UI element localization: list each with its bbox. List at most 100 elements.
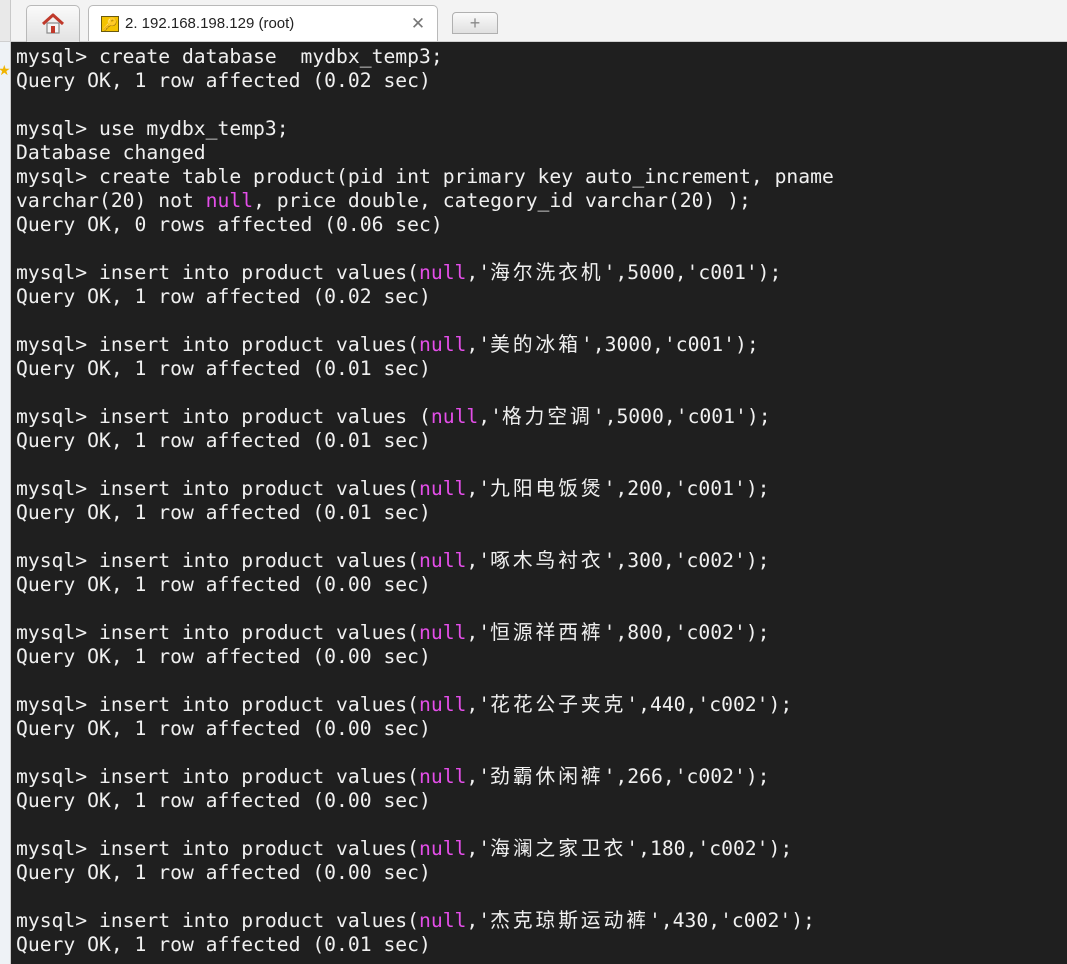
terminal-text: ,' — [466, 909, 491, 932]
terminal-text: , price double, category_id varchar(20) … — [253, 189, 751, 212]
terminal-text: Query OK, 1 row affected (0.02 sec) — [16, 69, 431, 92]
terminal-text: ',266,'c002'); — [603, 765, 770, 788]
terminal-text: ,' — [466, 693, 491, 716]
terminal-text: 格力空调 — [502, 405, 593, 428]
terminal-text: Query OK, 1 row affected (0.00 sec) — [16, 789, 431, 812]
terminal-text: ',200,'c001'); — [603, 477, 770, 500]
window-edge — [0, 0, 11, 41]
null-keyword: null — [419, 549, 467, 572]
terminal-text: Query OK, 1 row affected (0.01 sec) — [16, 357, 431, 380]
terminal-text: Query OK, 1 row affected (0.00 sec) — [16, 861, 431, 884]
terminal-line: mysql> insert into product values(null,'… — [16, 837, 1067, 861]
terminal-line: Query OK, 1 row affected (0.01 sec) — [16, 429, 1067, 453]
terminal-text: mysql> insert into product values( — [16, 765, 419, 788]
terminal-text: ,' — [466, 765, 491, 788]
terminal-text: 杰克琼斯运动裤 — [490, 909, 649, 932]
terminal-pane[interactable]: mysql> create database mydbx_temp3; Query… — [11, 42, 1067, 964]
tab-bar: 🔑 2. 192.168.198.129 (root) ✕ + — [0, 0, 1067, 42]
terminal-text: ,' — [466, 477, 491, 500]
null-keyword: null — [205, 189, 254, 212]
terminal-text: Query OK, 1 row affected (0.02 sec) — [16, 285, 431, 308]
terminal-text: mysql> insert into product values ( — [16, 405, 431, 428]
terminal-text: ,' — [466, 261, 491, 284]
terminal-line: varchar(20) not null, price double, cate… — [16, 189, 1067, 213]
null-keyword: null — [419, 909, 467, 932]
terminal-text: Query OK, 0 rows affected (0.06 sec) — [16, 213, 443, 236]
terminal-line: mysql> insert into product values(null,'… — [16, 621, 1067, 645]
star-icon: ★ — [0, 62, 11, 78]
home-icon — [41, 13, 65, 34]
key-icon: 🔑 — [101, 15, 119, 32]
home-tab[interactable] — [26, 5, 80, 42]
terminal-text: ',3000,'c001'); — [580, 333, 759, 356]
terminal-text: 海尔洗衣机 — [490, 261, 604, 284]
terminal-line: Query OK, 1 row affected (0.00 sec) — [16, 645, 1067, 669]
terminal-text: mysql> insert into product values( — [16, 909, 419, 932]
null-keyword: null — [419, 765, 467, 788]
terminal-text: Query OK, 1 row affected (0.01 sec) — [16, 429, 431, 452]
terminal-text: Query OK, 1 row affected (0.00 sec) — [16, 717, 431, 740]
null-keyword: null — [419, 261, 467, 284]
terminal-line: mysql> create table product(pid int prim… — [16, 165, 1067, 189]
terminal-line: Query OK, 1 row affected (0.02 sec) — [16, 285, 1067, 309]
terminal-line: Query OK, 1 row affected (0.00 sec) — [16, 573, 1067, 597]
terminal-line: mysql> insert into product values(null,'… — [16, 549, 1067, 573]
terminal-text: ',300,'c002'); — [603, 549, 770, 572]
terminal-text: mysql> insert into product values( — [16, 837, 419, 860]
terminal-text: mysql> insert into product values( — [16, 549, 419, 572]
terminal-text: 海澜之家卫衣 — [490, 837, 627, 860]
terminal-line: mysql> insert into product values (null,… — [16, 405, 1067, 429]
terminal-line: mysql> insert into product values(null,'… — [16, 477, 1067, 501]
terminal-text: mysql> create table product(pid int prim… — [16, 165, 834, 188]
terminal-text: 花花公子夹克 — [490, 693, 627, 716]
null-keyword: null — [419, 837, 467, 860]
terminal-text: mysql> insert into product values( — [16, 477, 419, 500]
terminal-text: ,' — [466, 621, 491, 644]
terminal-text: ,' — [466, 549, 491, 572]
null-keyword: null — [419, 477, 467, 500]
terminal-line: Query OK, 1 row affected (0.00 sec) — [16, 789, 1067, 813]
terminal-text: mysql> insert into product values( — [16, 693, 419, 716]
terminal-line: Query OK, 1 row affected (0.01 sec) — [16, 501, 1067, 525]
terminal-line: mysql> use mydbx_temp3; — [16, 117, 1067, 141]
terminal-line: mysql> create database mydbx_temp3; — [16, 45, 1067, 69]
terminal-text: Query OK, 1 row affected (0.01 sec) — [16, 933, 431, 956]
terminal-line: Query OK, 1 row affected (0.00 sec) — [16, 861, 1067, 885]
terminal-text: ',180,'c002'); — [626, 837, 793, 860]
plus-icon: + — [469, 12, 481, 33]
terminal-line: mysql> insert into product values(null,'… — [16, 333, 1067, 357]
tab-title: 2. 192.168.198.129 (root) — [125, 15, 295, 32]
terminal-line: mysql> insert into product values(null,'… — [16, 261, 1067, 285]
terminal-line: Database changed — [16, 141, 1067, 165]
null-keyword: null — [419, 333, 467, 356]
close-icon[interactable]: ✕ — [409, 14, 427, 33]
new-tab-button[interactable]: + — [452, 12, 498, 34]
background-window-edge: ★ — [0, 42, 11, 964]
terminal-text: ',5000,'c001'); — [592, 405, 771, 428]
terminal-line: mysql> insert into product values(null,'… — [16, 693, 1067, 717]
tab-session[interactable]: 🔑 2. 192.168.198.129 (root) ✕ — [88, 5, 438, 41]
terminal-text: ,' — [466, 837, 491, 860]
null-keyword: null — [419, 621, 467, 644]
terminal-text: Query OK, 1 row affected (0.00 sec) — [16, 573, 431, 596]
null-keyword: null — [419, 693, 467, 716]
terminal-text: ',440,'c002'); — [626, 693, 793, 716]
terminal-line: mysql> insert into product values(null,'… — [16, 909, 1067, 933]
terminal-text: 九阳电饭煲 — [490, 477, 604, 500]
terminal-text: Query OK, 1 row affected (0.01 sec) — [16, 501, 431, 524]
terminal-line: Query OK, 0 rows affected (0.06 sec) — [16, 213, 1067, 237]
terminal-text: mysql> insert into product values( — [16, 621, 419, 644]
terminal-text: 劲霸休闲裤 — [490, 765, 604, 788]
terminal-line: Query OK, 1 row affected (0.01 sec) — [16, 357, 1067, 381]
